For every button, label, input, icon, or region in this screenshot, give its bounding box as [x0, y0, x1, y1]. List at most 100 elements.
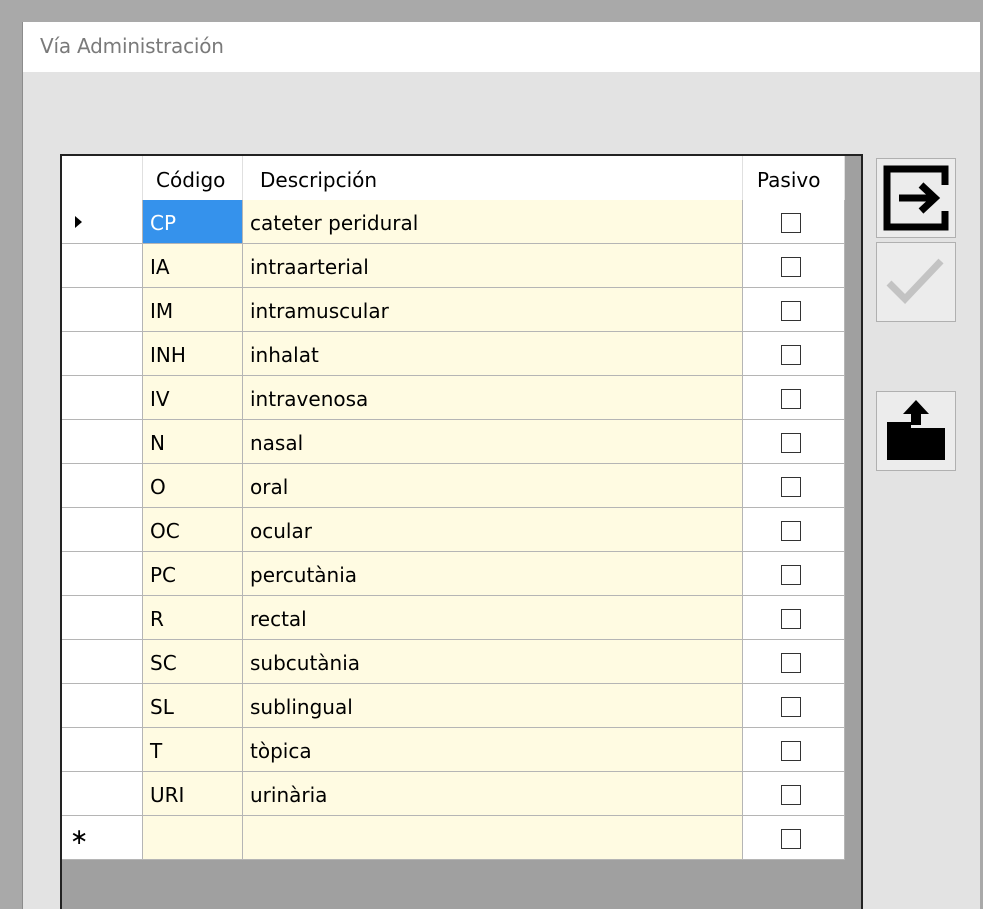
passive-checkbox[interactable] [781, 389, 801, 409]
title-bar[interactable]: Vía Administración [23, 22, 980, 72]
code-cell[interactable]: O [143, 464, 243, 508]
description-cell[interactable]: oral [243, 464, 743, 508]
grid-header: Código Descripción Pasivo [62, 156, 845, 200]
passive-checkbox[interactable] [781, 213, 801, 233]
passive-cell [743, 772, 845, 816]
passive-checkbox[interactable] [781, 345, 801, 365]
passive-checkbox[interactable] [781, 741, 801, 761]
passive-cell [743, 728, 845, 772]
column-header-code[interactable]: Código [143, 156, 243, 200]
table-row[interactable]: IM intramuscular [62, 288, 845, 332]
code-cell[interactable] [143, 816, 243, 860]
code-cell[interactable]: PC [143, 552, 243, 596]
code-cell[interactable]: R [143, 596, 243, 640]
row-selector[interactable] [62, 376, 143, 420]
passive-checkbox[interactable] [781, 785, 801, 805]
passive-cell [743, 288, 845, 332]
row-selector[interactable] [62, 332, 143, 376]
table-row[interactable]: Ttòpica [62, 728, 845, 772]
exit-arrow-icon [883, 165, 949, 231]
passive-checkbox[interactable] [781, 829, 801, 849]
code-cell[interactable]: IM [143, 288, 243, 332]
passive-cell [743, 464, 845, 508]
description-cell[interactable]: rectal [243, 596, 743, 640]
table-row[interactable]: INH inhalat [62, 332, 845, 376]
passive-checkbox[interactable] [781, 653, 801, 673]
description-cell[interactable]: sublingual [243, 684, 743, 728]
code-cell[interactable]: SC [143, 640, 243, 684]
passive-cell [743, 200, 845, 244]
passive-cell [743, 332, 845, 376]
code-cell[interactable]: IV [143, 376, 243, 420]
table-row[interactable]: CP cateter peridural [62, 200, 845, 244]
passive-cell [743, 684, 845, 728]
table-row[interactable]: Rrectal [62, 596, 845, 640]
open-folder-upload-icon [887, 400, 945, 460]
passive-checkbox[interactable] [781, 433, 801, 453]
code-cell[interactable]: CP [143, 200, 243, 244]
passive-cell [743, 640, 845, 684]
table-row[interactable]: SL sublingual [62, 684, 845, 728]
column-header-description[interactable]: Descripción [243, 156, 743, 200]
description-cell[interactable] [243, 816, 743, 860]
table-row[interactable]: PC percutània [62, 552, 845, 596]
checkmark-icon [886, 258, 944, 305]
data-grid[interactable]: Código Descripción Pasivo CP cateter peri… [60, 154, 863, 909]
description-cell[interactable]: intravenosa [243, 376, 743, 420]
description-cell[interactable]: percutània [243, 552, 743, 596]
passive-checkbox[interactable] [781, 521, 801, 541]
passive-checkbox[interactable] [781, 697, 801, 717]
passive-cell [743, 508, 845, 552]
code-cell[interactable]: N [143, 420, 243, 464]
description-cell[interactable]: subcutània [243, 640, 743, 684]
code-cell[interactable]: T [143, 728, 243, 772]
passive-checkbox[interactable] [781, 257, 801, 277]
table-row[interactable]: SC subcutània [62, 640, 845, 684]
code-cell[interactable]: INH [143, 332, 243, 376]
table-row[interactable]: URI urinària [62, 772, 845, 816]
description-cell[interactable]: intraarterial [243, 244, 743, 288]
row-selector[interactable] [62, 200, 143, 244]
table-row[interactable]: Nnasal [62, 420, 845, 464]
description-cell[interactable]: intramuscular [243, 288, 743, 332]
description-cell[interactable]: inhalat [243, 332, 743, 376]
passive-checkbox[interactable] [781, 609, 801, 629]
code-cell[interactable]: SL [143, 684, 243, 728]
code-cell[interactable]: IA [143, 244, 243, 288]
table-row[interactable]: OC ocular [62, 508, 845, 552]
code-cell[interactable]: URI [143, 772, 243, 816]
new-row-asterisk-icon: ∗ [70, 825, 89, 850]
row-selector[interactable] [62, 640, 143, 684]
row-selector[interactable] [62, 552, 143, 596]
passive-cell [743, 596, 845, 640]
row-selector[interactable] [62, 420, 143, 464]
description-cell[interactable]: urinària [243, 772, 743, 816]
exit-button[interactable] [876, 158, 956, 238]
description-cell[interactable]: ocular [243, 508, 743, 552]
row-selector[interactable] [62, 728, 143, 772]
new-row[interactable]: ∗ [62, 816, 845, 860]
row-selector[interactable] [62, 464, 143, 508]
row-selector[interactable]: ∗ [62, 816, 143, 860]
table-row[interactable]: IA intraarterial [62, 244, 845, 288]
row-selector[interactable] [62, 596, 143, 640]
code-cell[interactable]: OC [143, 508, 243, 552]
description-cell[interactable]: tòpica [243, 728, 743, 772]
passive-checkbox[interactable] [781, 301, 801, 321]
row-selector[interactable] [62, 508, 143, 552]
row-selector[interactable] [62, 772, 143, 816]
row-selector[interactable] [62, 244, 143, 288]
description-cell[interactable]: nasal [243, 420, 743, 464]
passive-checkbox[interactable] [781, 477, 801, 497]
row-selector[interactable] [62, 684, 143, 728]
passive-checkbox[interactable] [781, 565, 801, 585]
accept-button[interactable] [876, 242, 956, 322]
row-selector[interactable] [62, 288, 143, 332]
column-header-passive[interactable]: Pasivo [743, 156, 845, 200]
passive-cell [743, 244, 845, 288]
via-administracion-window: Vía Administración Código Descripción Pa… [22, 22, 980, 909]
table-row[interactable]: Ooral [62, 464, 845, 508]
export-button[interactable] [876, 391, 956, 471]
table-row[interactable]: IV intravenosa [62, 376, 845, 420]
description-cell[interactable]: cateter peridural [243, 200, 743, 244]
